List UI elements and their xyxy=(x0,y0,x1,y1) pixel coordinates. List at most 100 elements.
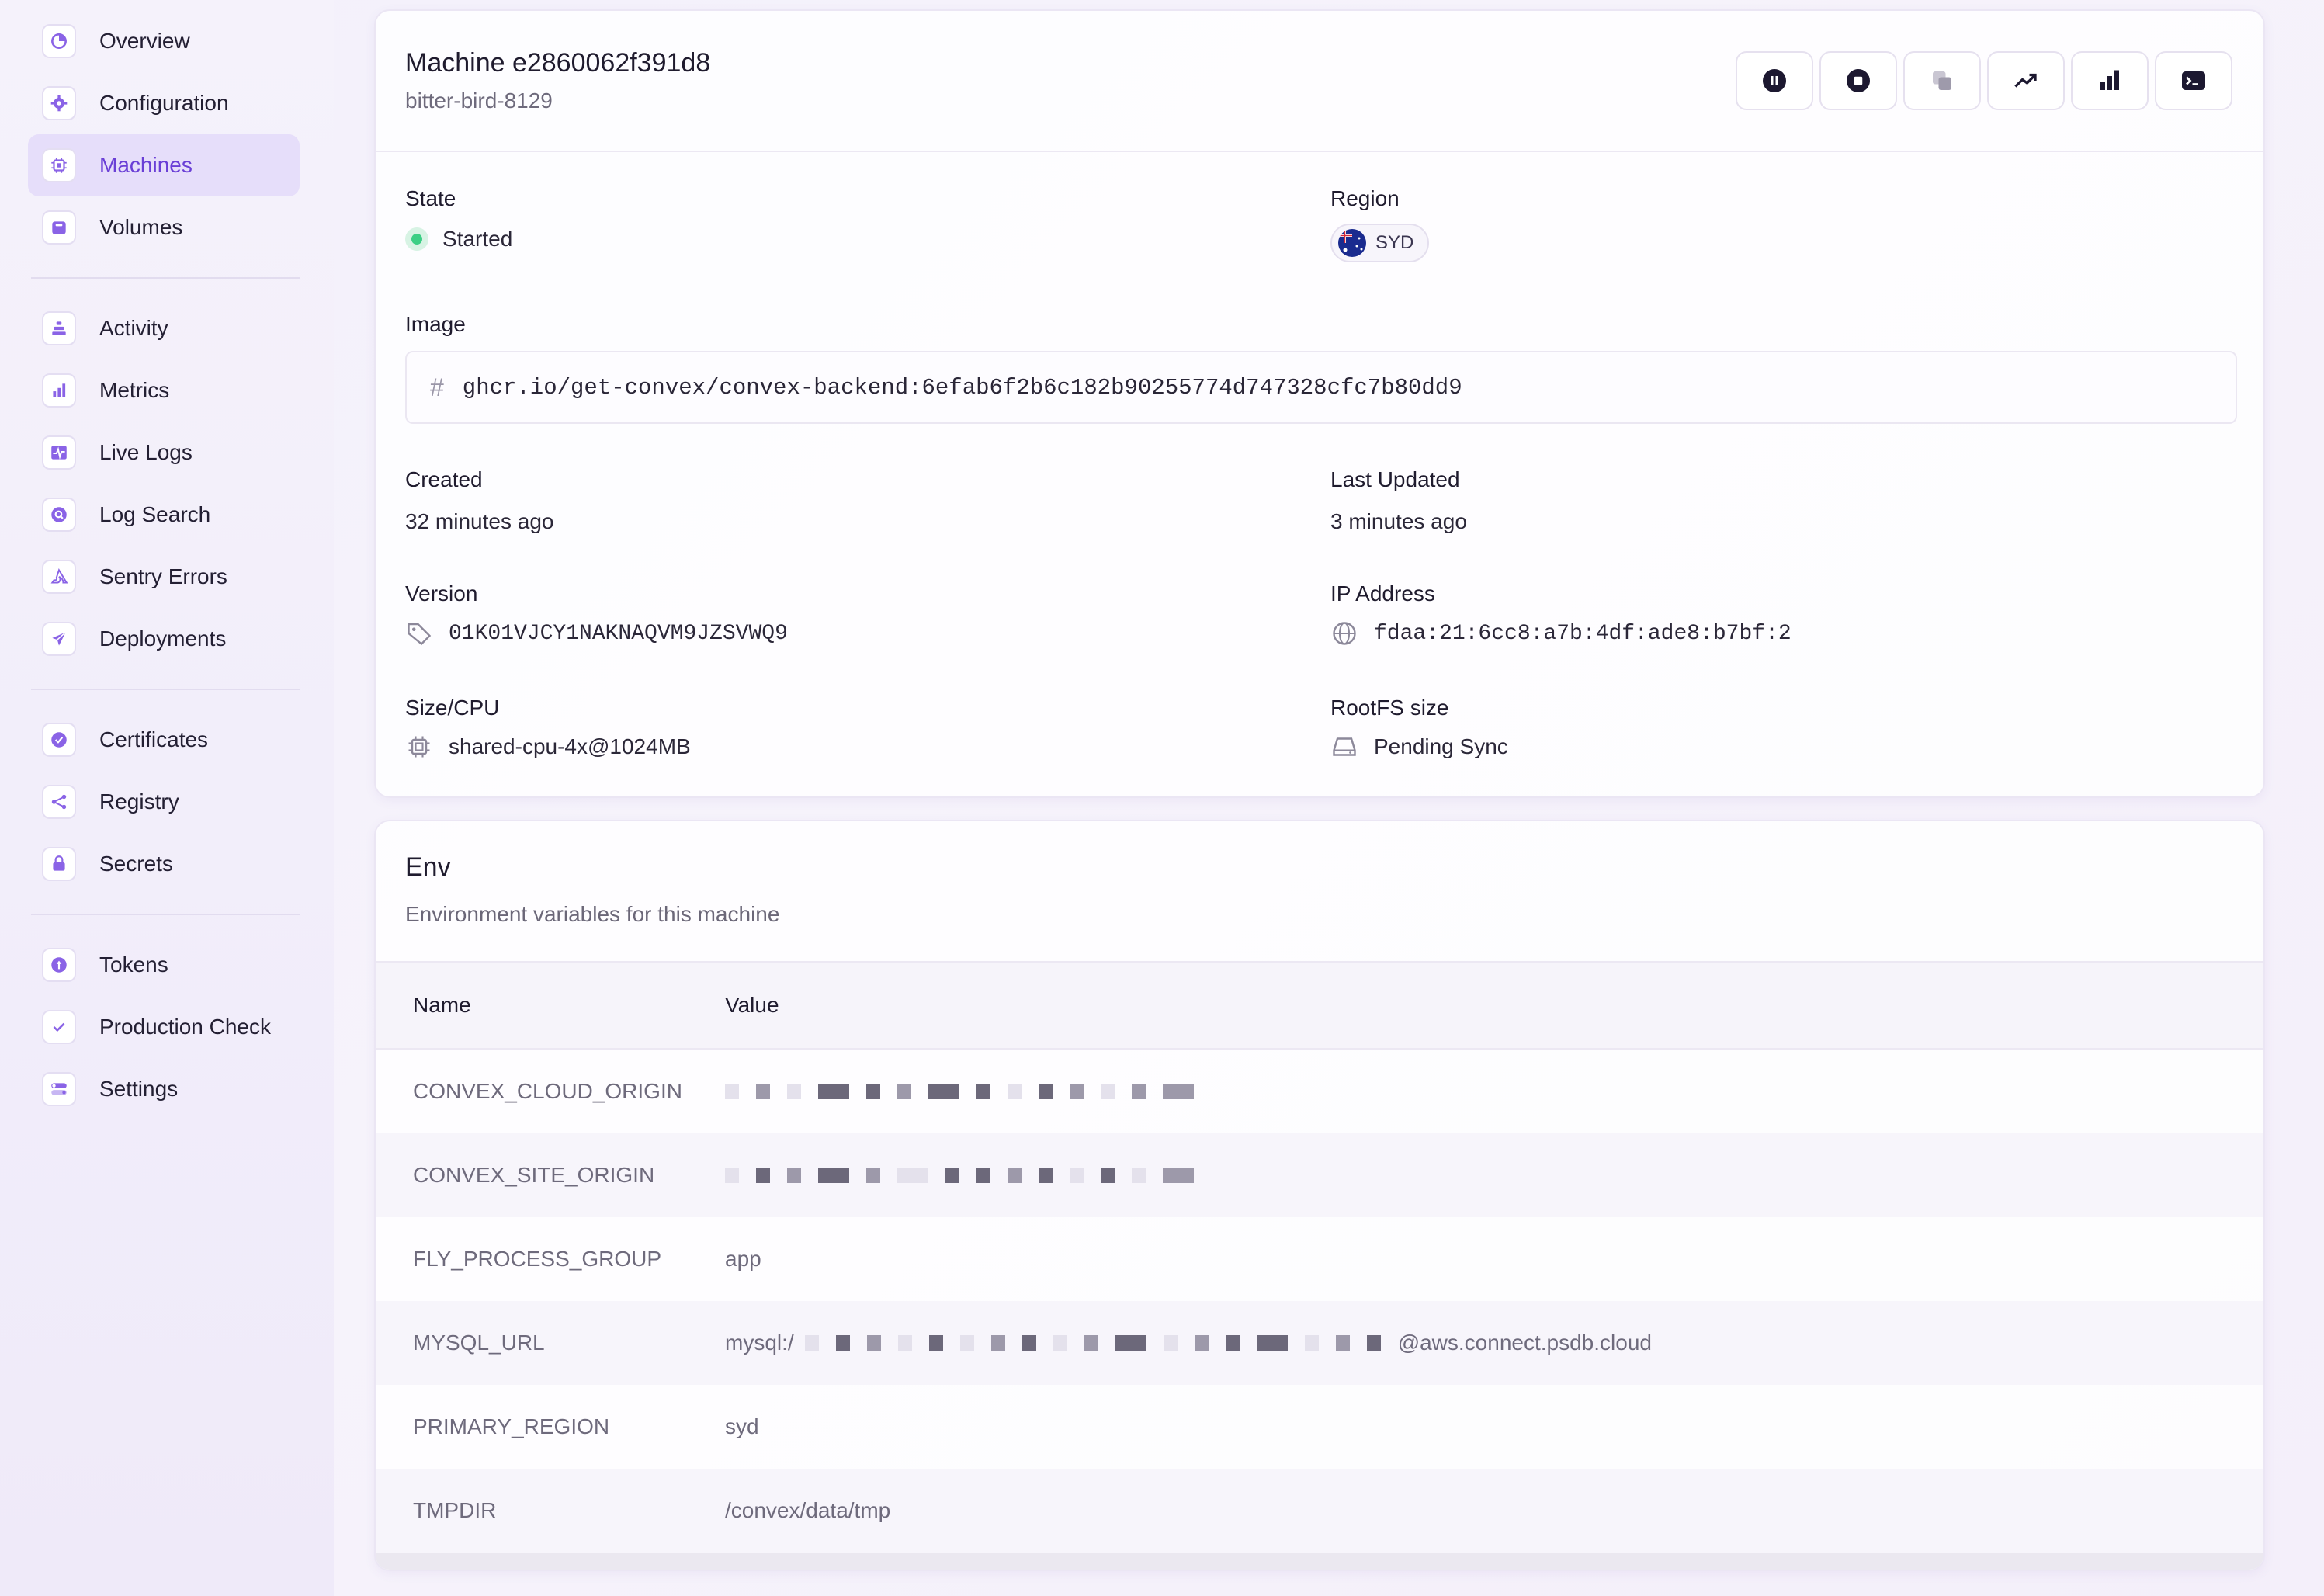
table-row[interactable]: PRIMARY_REGION syd xyxy=(376,1385,2263,1469)
sidebar-item-log-search[interactable]: Log Search xyxy=(28,484,300,546)
sentry-icon xyxy=(42,560,76,594)
size-value: shared-cpu-4x@1024MB xyxy=(405,733,691,761)
sidebar-item-volumes[interactable]: Volumes xyxy=(28,196,300,258)
redacted-value xyxy=(804,1331,1398,1355)
sidebar-item-sentry-errors[interactable]: Sentry Errors xyxy=(28,546,300,608)
trend-icon xyxy=(2014,73,2037,88)
table-header: Name Value xyxy=(376,961,2263,1050)
sidebar-item-label: Configuration xyxy=(99,91,229,115)
env-value: app xyxy=(725,1247,761,1271)
sidebar-item-certificates[interactable]: Certificates xyxy=(28,709,300,771)
overview-icon xyxy=(42,24,76,58)
metrics-icon xyxy=(2100,70,2119,90)
bar-chart-icon xyxy=(42,373,76,408)
check-icon xyxy=(42,1010,76,1044)
search-icon xyxy=(42,498,76,532)
stop-button[interactable] xyxy=(1819,51,1897,110)
env-name: CONVEX_SITE_ORIGIN xyxy=(413,1163,655,1187)
ip-label: IP Address xyxy=(1330,581,1435,605)
env-name: TMPDIR xyxy=(413,1498,497,1522)
image-field[interactable]: # ghcr.io/get-convex/convex-backend:6efa… xyxy=(405,351,2237,424)
hard-drive-icon xyxy=(1333,737,1356,756)
sidebar-item-label: Registry xyxy=(99,789,179,814)
sidebar-item-secrets[interactable]: Secrets xyxy=(28,833,300,895)
gear-icon xyxy=(42,86,76,120)
sidebar-item-tokens[interactable]: Tokens xyxy=(28,934,300,996)
machine-name: bitter-bird-8129 xyxy=(405,88,553,113)
token-icon xyxy=(42,948,76,982)
clone-button[interactable] xyxy=(1903,51,1981,110)
state-label: State xyxy=(405,186,456,210)
sidebar-divider xyxy=(31,914,300,915)
env-name: FLY_PROCESS_GROUP xyxy=(413,1247,662,1271)
sidebar-item-activity[interactable]: Activity xyxy=(28,297,300,359)
rootfs-text: Pending Sync xyxy=(1374,734,1508,758)
status-dot-icon xyxy=(405,227,428,251)
sidebar-item-settings[interactable]: Settings xyxy=(28,1058,300,1120)
sidebar-item-label: Machines xyxy=(99,153,193,177)
region-code: SYD xyxy=(1375,232,1414,253)
toggle-icon xyxy=(42,1072,76,1106)
tag-icon xyxy=(408,623,432,646)
table-row[interactable]: CONVEX_CLOUD_ORIGIN xyxy=(376,1050,2263,1133)
sidebar-item-label: Tokens xyxy=(99,952,168,977)
sidebar-item-deployments[interactable]: Deployments xyxy=(28,608,300,670)
ip-text: fdaa:21:6cc8:a7b:4df:ade8:b7bf:2 xyxy=(1374,621,1792,646)
sidebar-item-overview[interactable]: Overview xyxy=(28,10,300,72)
table-row[interactable]: TMPDIR /convex/data/tmp xyxy=(376,1469,2263,1553)
rootfs-label: RootFS size xyxy=(1330,696,1449,720)
trend-button[interactable] xyxy=(1987,51,2065,110)
state-text: Started xyxy=(442,227,513,251)
version-value: 01K01VJCY1NAKNAQVM9JZSVWQ9 xyxy=(405,619,788,647)
sidebar-item-configuration[interactable]: Configuration xyxy=(28,72,300,134)
sidebar-item-metrics[interactable]: Metrics xyxy=(28,359,300,422)
hash-icon: # xyxy=(430,373,444,401)
sidebar-item-label: Live Logs xyxy=(99,440,193,464)
sidebar-item-label: Deployments xyxy=(99,626,227,651)
sidebar-item-label: Secrets xyxy=(99,852,173,876)
sidebar-item-machines[interactable]: Machines xyxy=(28,134,300,196)
pause-button[interactable] xyxy=(1736,51,1813,110)
ip-value: fdaa:21:6cc8:a7b:4df:ade8:b7bf:2 xyxy=(1330,619,1792,647)
machine-title: Machine e2860062f391d8 xyxy=(405,48,711,78)
sidebar: Overview Configuration Machines Volumes … xyxy=(0,0,334,1596)
rootfs-value: Pending Sync xyxy=(1330,733,1508,761)
env-table: Name Value CONVEX_CLOUD_ORIGIN CONVEX_SI… xyxy=(376,961,2263,1570)
created-value: 32 minutes ago xyxy=(405,509,554,533)
registry-icon xyxy=(42,785,76,819)
terminal-button[interactable] xyxy=(2155,51,2232,110)
env-value: mysql:/ @aws.connect.psdb.cloud xyxy=(725,1331,2263,1355)
env-value: /convex/data/tmp xyxy=(725,1498,891,1522)
rocket-icon xyxy=(42,622,76,656)
chip-icon xyxy=(42,148,76,182)
sidebar-item-label: Sentry Errors xyxy=(99,564,227,588)
version-label: Version xyxy=(405,581,478,605)
table-scrollbar[interactable] xyxy=(376,1553,2263,1570)
created-label: Created xyxy=(405,467,483,491)
sidebar-item-label: Overview xyxy=(99,29,190,53)
sidebar-item-production-check[interactable]: Production Check xyxy=(28,996,300,1058)
image-label: Image xyxy=(405,312,466,336)
sidebar-item-live-logs[interactable]: Live Logs xyxy=(28,422,300,484)
version-text: 01K01VJCY1NAKNAQVM9JZSVWQ9 xyxy=(449,621,788,646)
certificate-icon xyxy=(42,723,76,757)
table-row[interactable]: MYSQL_URL mysql:/ @aws.connect.psdb.clou… xyxy=(376,1301,2263,1385)
env-card: Env Environment variables for this machi… xyxy=(374,820,2265,1571)
env-value-suffix: @aws.connect.psdb.cloud xyxy=(1397,1331,1652,1355)
column-header-value: Value xyxy=(725,993,779,1017)
sidebar-item-label: Certificates xyxy=(99,727,209,751)
table-row[interactable]: CONVEX_SITE_ORIGIN xyxy=(376,1133,2263,1217)
sidebar-divider xyxy=(31,689,300,690)
region-badge: SYD xyxy=(1330,224,1430,262)
machine-header: Machine e2860062f391d8 bitter-bird-8129 xyxy=(376,11,2263,152)
column-header-name: Name xyxy=(413,993,471,1017)
env-value xyxy=(725,1164,2263,1187)
table-row[interactable]: FLY_PROCESS_GROUP app xyxy=(376,1217,2263,1301)
sidebar-item-label: Volumes xyxy=(99,215,183,239)
env-rows: CONVEX_CLOUD_ORIGIN CONVEX_SITE_ORIGIN F… xyxy=(376,1050,2263,1553)
env-value-prefix: mysql:/ xyxy=(725,1331,794,1355)
metrics-button[interactable] xyxy=(2071,51,2149,110)
sidebar-item-label: Metrics xyxy=(99,378,170,402)
env-value: syd xyxy=(725,1414,759,1438)
sidebar-item-registry[interactable]: Registry xyxy=(28,771,300,833)
